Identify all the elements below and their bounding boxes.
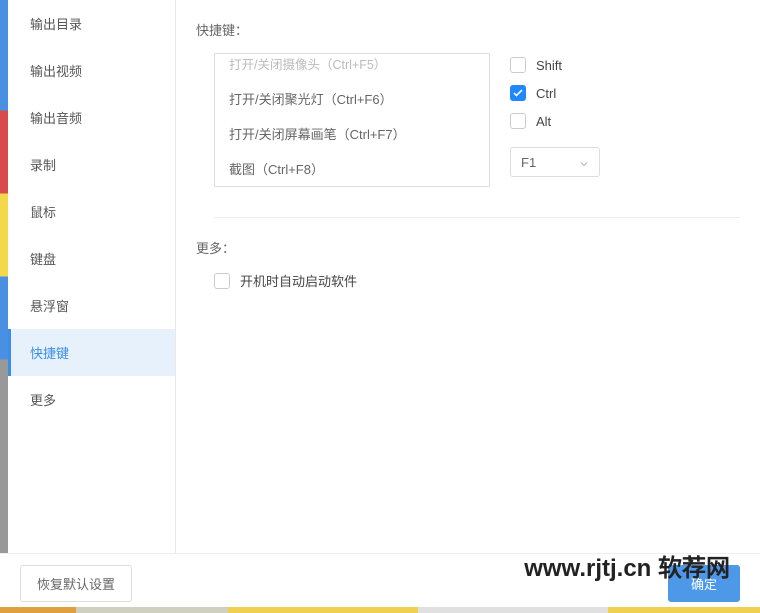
alt-checkbox[interactable] bbox=[510, 113, 526, 129]
window-edge-decoration bbox=[0, 0, 8, 553]
modifier-column: Shift Ctrl Alt F1 bbox=[510, 53, 600, 177]
ctrl-label: Ctrl bbox=[536, 86, 556, 101]
sidebar-item-more[interactable]: 更多 bbox=[8, 376, 175, 423]
alt-label: Alt bbox=[536, 114, 551, 129]
chevron-down-icon bbox=[579, 157, 589, 167]
sidebar-item-output-dir[interactable]: 输出目录 bbox=[8, 0, 175, 47]
list-item[interactable]: 打开/关闭屏幕画笔（Ctrl+F7） bbox=[215, 116, 489, 151]
more-section-label: 更多： bbox=[196, 238, 740, 257]
shortcut-action-list[interactable]: 打开/关闭摄像头（Ctrl+F5） 打开/关闭聚光灯（Ctrl+F6） 打开/关… bbox=[214, 53, 490, 187]
sidebar-item-record[interactable]: 录制 bbox=[8, 141, 175, 188]
shift-label: Shift bbox=[536, 58, 562, 73]
more-section: 更多： 开机时自动启动软件 bbox=[196, 238, 740, 290]
autostart-checkbox-row[interactable]: 开机时自动启动软件 bbox=[214, 271, 740, 290]
sidebar-item-shortcuts[interactable]: 快捷键 bbox=[8, 329, 175, 376]
alt-checkbox-row[interactable]: Alt bbox=[510, 113, 600, 129]
sidebar-item-mouse[interactable]: 鼠标 bbox=[8, 188, 175, 235]
sidebar-item-output-audio[interactable]: 输出音频 bbox=[8, 94, 175, 141]
restore-defaults-button[interactable]: 恢复默认设置 bbox=[20, 565, 132, 602]
settings-sidebar: 输出目录 输出视频 输出音频 录制 鼠标 键盘 悬浮窗 快捷键 更多 bbox=[8, 0, 176, 553]
list-item[interactable]: 打开/关闭摄像头（Ctrl+F5） bbox=[215, 54, 489, 81]
autostart-checkbox[interactable] bbox=[214, 273, 230, 289]
sidebar-item-output-video[interactable]: 输出视频 bbox=[8, 47, 175, 94]
autostart-label: 开机时自动启动软件 bbox=[240, 271, 357, 290]
key-select-value: F1 bbox=[521, 155, 536, 170]
ctrl-checkbox[interactable] bbox=[510, 85, 526, 101]
sidebar-item-keyboard[interactable]: 键盘 bbox=[8, 235, 175, 282]
shift-checkbox-row[interactable]: Shift bbox=[510, 57, 600, 73]
list-item[interactable]: 打开/关闭聚光灯（Ctrl+F6） bbox=[215, 81, 489, 116]
key-select-dropdown[interactable]: F1 bbox=[510, 147, 600, 177]
sidebar-item-floating-window[interactable]: 悬浮窗 bbox=[8, 282, 175, 329]
list-item[interactable]: 截图（Ctrl+F8） bbox=[215, 151, 489, 186]
shift-checkbox[interactable] bbox=[510, 57, 526, 73]
ctrl-checkbox-row[interactable]: Ctrl bbox=[510, 85, 600, 101]
bottom-edge-decoration bbox=[0, 607, 760, 613]
footer-bar: 恢复默认设置 确定 bbox=[0, 553, 760, 613]
main-panel: 快捷键： 打开/关闭摄像头（Ctrl+F5） 打开/关闭聚光灯（Ctrl+F6）… bbox=[176, 0, 760, 553]
shortcut-config-row: 打开/关闭摄像头（Ctrl+F5） 打开/关闭聚光灯（Ctrl+F6） 打开/关… bbox=[214, 53, 740, 218]
ok-button[interactable]: 确定 bbox=[668, 565, 740, 602]
shortcut-section-label: 快捷键： bbox=[196, 20, 740, 39]
